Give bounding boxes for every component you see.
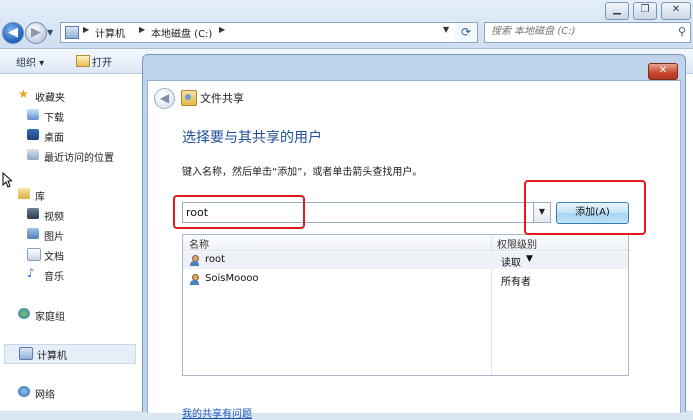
computer-icon	[65, 26, 79, 39]
sharing-help-link[interactable]: 我的共享有问题	[182, 405, 252, 420]
recent-places-icon	[27, 149, 39, 160]
nav-computer[interactable]: 计算机	[4, 344, 136, 364]
chevron-right-icon[interactable]: ▶	[139, 25, 145, 34]
chevron-right-icon[interactable]: ▶	[219, 25, 225, 34]
computer-icon	[19, 347, 33, 360]
breadcrumb-computer[interactable]: 计算机	[95, 25, 125, 40]
homegroup-icon	[18, 308, 30, 319]
annotation-box-add-button	[524, 180, 646, 235]
mouse-cursor-icon	[2, 172, 12, 188]
close-icon[interactable]: ✕	[648, 63, 678, 80]
permission-dropdown-icon[interactable]: ▼	[526, 254, 533, 264]
search-box[interactable]: ⚲	[484, 22, 691, 43]
address-dropdown-icon[interactable]: ▼	[443, 25, 449, 34]
libraries-icon	[18, 188, 30, 199]
open-button[interactable]: 打开	[92, 54, 112, 69]
user-icon	[190, 274, 199, 285]
downloads-icon	[27, 109, 39, 120]
back-arrow-icon[interactable]: ◀	[154, 88, 175, 109]
list-item[interactable]: root 读取 ▼	[183, 252, 628, 269]
minimize-button[interactable]: ▁	[605, 2, 629, 20]
annotation-box-input	[173, 195, 305, 229]
column-header-permission[interactable]: 权限级别	[497, 236, 537, 251]
list-item[interactable]: SoisMoooo 所有者	[183, 271, 628, 288]
column-header-name[interactable]: 名称	[189, 236, 209, 251]
dialog-body: ◀ 文件共享 选择要与其共享的用户 键入名称，然后单击“添加”，或者单击箭头查找…	[147, 80, 681, 420]
back-arrow-icon[interactable]: ◀	[2, 22, 24, 44]
recent-pages-dropdown-icon[interactable]: ▼	[47, 28, 53, 37]
search-icon[interactable]: ⚲	[678, 25, 686, 38]
breadcrumb-local-disk[interactable]: 本地磁盘 (C:)	[151, 25, 212, 40]
list-header: 名称 权限级别	[183, 235, 628, 251]
star-icon: ★	[18, 87, 29, 101]
search-input[interactable]	[485, 23, 666, 40]
network-icon	[18, 386, 30, 397]
open-folder-icon	[76, 55, 90, 67]
permission-level: 所有者	[501, 277, 531, 288]
dialog-heading: 选择要与其共享的用户	[182, 130, 322, 146]
navigation-pane: ★ 收藏夹 下载 桌面 最近访问的位置 库 视频 图片 文档 ♪ 音乐 家庭组 …	[0, 74, 143, 411]
permission-level[interactable]: 读取	[501, 254, 521, 269]
organize-menu[interactable]: 组织 ▾	[16, 54, 44, 69]
explorer-title-area: ▁ ❐ ✕ ◀ ▶ ▼ ▶ 计算机 ▶ 本地磁盘 (C:) ▶ ▼ ⟳ ⚲	[0, 0, 693, 49]
dialog-title: 文件共享	[200, 92, 244, 105]
music-note-icon: ♪	[27, 266, 35, 280]
pictures-icon	[27, 228, 39, 239]
user-icon	[190, 255, 199, 266]
maximize-button[interactable]: ❐	[633, 2, 657, 20]
file-sharing-icon	[181, 90, 197, 106]
refresh-icon[interactable]: ⟳	[455, 22, 478, 43]
instruction-text: 键入名称，然后单击“添加”，或者单击箭头查找用户。	[182, 167, 423, 178]
videos-icon	[27, 208, 39, 219]
window-close-button[interactable]: ✕	[661, 2, 691, 20]
desktop-icon	[27, 129, 39, 140]
share-user-list[interactable]: 名称 权限级别 root 读取 ▼ SoisMoooo 所有者	[182, 234, 629, 376]
user-name: SoisMoooo	[205, 273, 259, 284]
documents-icon	[27, 248, 41, 261]
user-name: root	[205, 254, 226, 265]
forward-arrow-icon[interactable]: ▶	[25, 22, 47, 44]
address-bar[interactable]: ▶ 计算机 ▶ 本地磁盘 (C:) ▶ ▼	[60, 22, 457, 43]
chevron-right-icon[interactable]: ▶	[83, 25, 89, 34]
